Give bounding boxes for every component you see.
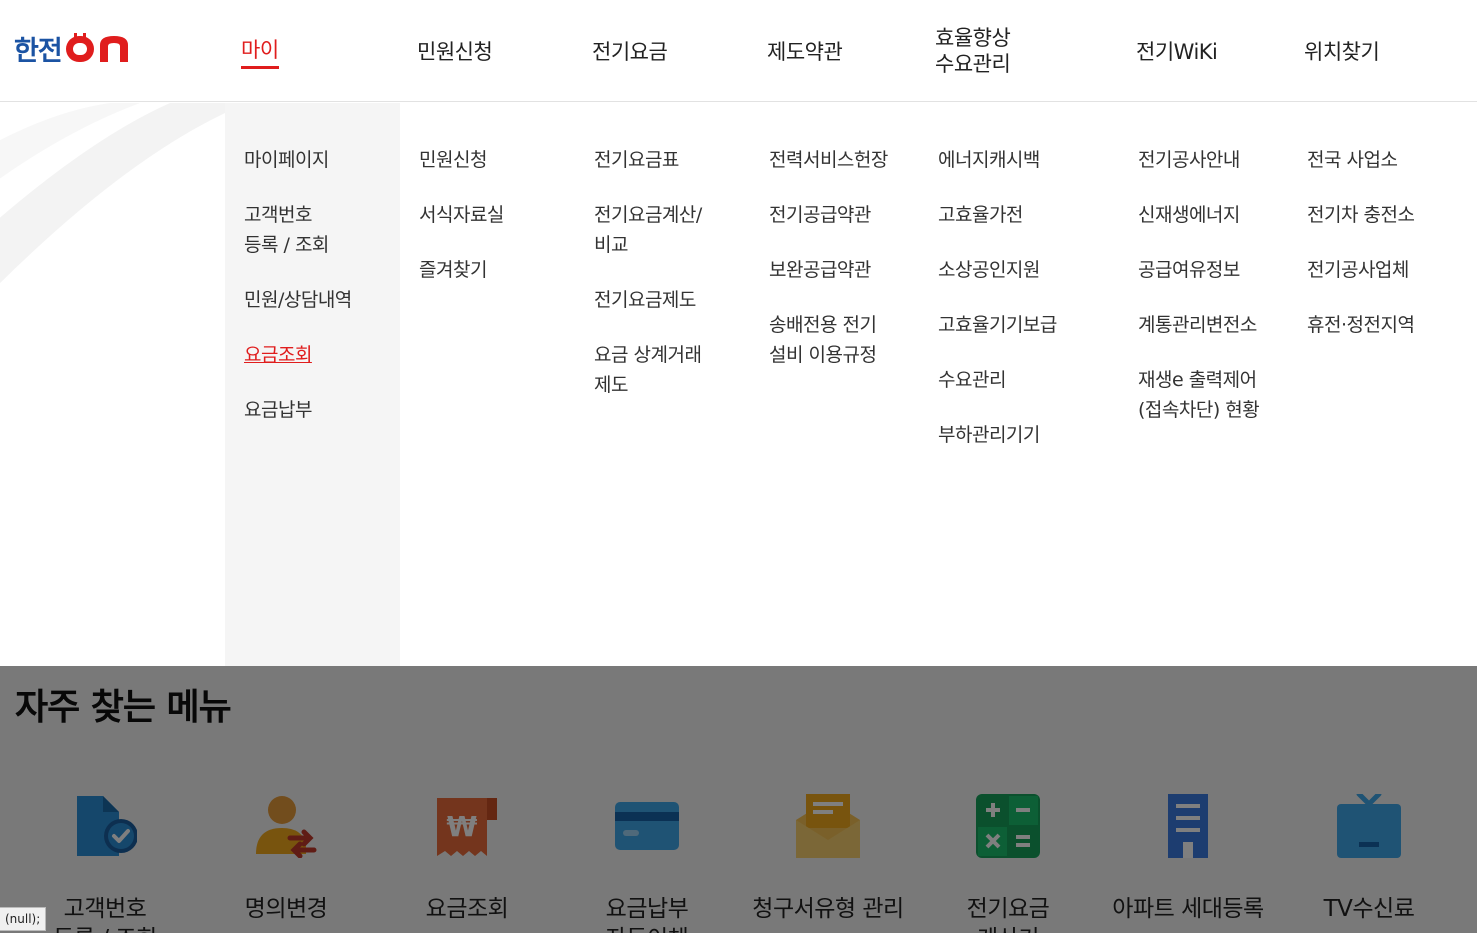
submenu-item-energy-cashback[interactable]: 에너지캐시백 <box>938 145 1057 175</box>
gnb-location[interactable]: 위치찾기 <box>1304 0 1380 102</box>
global-header: 한전 마이 민원신청 전기요금 제도약관 효율향상 수요관리 전기WiKi 위치… <box>0 0 1477 102</box>
gnb-label: 마이 <box>241 34 279 69</box>
submenu-item-offices[interactable]: 전국 사업소 <box>1307 145 1414 175</box>
quick-menu-label: 요금조회 <box>425 896 509 922</box>
submenu-item-bill-inquiry[interactable]: 요금조회 <box>244 340 352 370</box>
gnb-electric-bill[interactable]: 전기요금 <box>592 0 668 102</box>
submenu-item-rate-table[interactable]: 전기요금표 <box>594 145 702 175</box>
frequent-menu-title: 자주 찾는 메뉴 <box>15 687 232 728</box>
svg-text:₩: ₩ <box>447 810 478 843</box>
submenu-item-bill-calc[interactable]: 전기요금계산/ 비교 <box>594 200 702 260</box>
gnb-label: 민원신청 <box>417 40 493 64</box>
quick-menu-label: 요금납부 자동이체 <box>605 896 689 933</box>
logo-text: 한전 <box>14 35 63 67</box>
submenu-item-rate-system[interactable]: 전기요금제도 <box>594 285 702 315</box>
submenu-item-efficient-device[interactable]: 고효율기기보급 <box>938 310 1057 340</box>
quick-menu-label: 청구서유형 관리 <box>752 896 904 922</box>
gnb-label: 전기WiKi <box>1136 40 1218 64</box>
quick-menu-label: 아파트 세대등록 <box>1112 896 1264 922</box>
submenu-item-outage-area[interactable]: 휴전·정전지역 <box>1307 310 1415 340</box>
mega-menu-dropdown: 마이페이지 고객번호 등록 / 조회 민원/상담내역 요금조회 요금납부 민원신… <box>0 103 1477 666</box>
submenu-item-contractors[interactable]: 전기공사업체 <box>1307 255 1414 285</box>
submenu-col-location: 전국 사업소 전기차 충전소 전기공사업체 휴전·정전지역 <box>1307 145 1415 365</box>
gnb-wiki[interactable]: 전기WiKi <box>1136 0 1218 102</box>
submenu-item-bill-payment[interactable]: 요금납부 <box>244 395 352 425</box>
submenu-col-bill: 전기요금표 전기요금계산/ 비교 전기요금제도 요금 상계거래 제도 <box>594 145 702 425</box>
gnb-label: 제도약관 <box>767 40 843 64</box>
submenu-item-substation[interactable]: 계통관리변전소 <box>1138 310 1259 340</box>
credit-card-icon <box>615 802 679 850</box>
kepco-on-logo[interactable]: 한전 <box>14 31 132 67</box>
submenu-item-form-library[interactable]: 서식자료실 <box>419 200 504 230</box>
submenu-item-output-control[interactable]: 재생e 출력제어 (접속차단) 현황 <box>1138 365 1260 425</box>
submenu-col-complaint: 민원신청 서식자료실 즐겨찾기 <box>419 145 504 310</box>
submenu-item-small-business[interactable]: 소상공인지원 <box>938 255 1057 285</box>
submenu-item-favorites[interactable]: 즐겨찾기 <box>419 255 504 285</box>
submenu-item-supply-terms[interactable]: 전기공급약관 <box>769 200 888 230</box>
submenu-item-customer-number[interactable]: 고객번호 등록 / 조회 <box>244 200 352 260</box>
gnb-efficiency[interactable]: 효율향상 수요관리 <box>935 0 1011 102</box>
quick-menu-label: 명의변경 <box>244 896 328 922</box>
apartment-building-icon <box>1168 794 1208 858</box>
calculator-icon <box>976 794 1040 858</box>
gnb-complaint[interactable]: 민원신청 <box>417 0 493 102</box>
submenu-item-supply-capacity[interactable]: 공급여유정보 <box>1138 255 1259 285</box>
person-transfer-icon <box>256 796 317 858</box>
submenu-col-wiki: 전기공사안내 신재생에너지 공급여유정보 계통관리변전소 재생e 출력제어 (접… <box>1138 145 1260 450</box>
submenu-item-complaint-history[interactable]: 민원/상담내역 <box>244 285 352 315</box>
quick-menu-label: 전기요금 계산기 <box>966 896 1050 933</box>
submenu-item-renewable[interactable]: 신재생에너지 <box>1138 200 1259 230</box>
submenu-item-load-mgmt[interactable]: 부하관리기기 <box>938 420 1057 450</box>
submenu-item-supplementary-terms[interactable]: 보완공급약관 <box>769 255 888 285</box>
submenu-item-mypage[interactable]: 마이페이지 <box>244 145 352 175</box>
submenu-col-terms: 전력서비스헌장 전기공급약관 보완공급약관 송배전용 전기 설비 이용규정 <box>769 145 888 395</box>
mail-envelope-icon <box>796 794 860 858</box>
television-icon <box>1337 794 1401 858</box>
gnb-terms[interactable]: 제도약관 <box>767 0 843 102</box>
decorative-swoosh <box>0 103 225 284</box>
gnb-my[interactable]: 마이 <box>241 0 279 102</box>
submenu-item-demand-mgmt[interactable]: 수요관리 <box>938 365 1057 395</box>
browser-status-text: (null); <box>0 907 47 931</box>
frequent-menu-section: 자주 찾는 메뉴 고객번호 등록 / 조회 명의변경 ₩ 요금조회 <box>0 666 1477 933</box>
logo-on-mark-icon <box>65 33 128 62</box>
submenu-col-my: 마이페이지 고객번호 등록 / 조회 민원/상담내역 요금조회 요금납부 <box>244 145 352 450</box>
submenu-item-efficient-appliance[interactable]: 고효율가전 <box>938 200 1057 230</box>
submenu-col-efficiency: 에너지캐시백 고효율가전 소상공인지원 고효율기기보급 수요관리 부하관리기기 <box>938 145 1057 475</box>
submenu-item-complaint-apply[interactable]: 민원신청 <box>419 145 504 175</box>
quick-menu-label: TV수신료 <box>1323 896 1415 922</box>
submenu-item-ev-charger[interactable]: 전기차 충전소 <box>1307 200 1415 230</box>
submenu-item-net-metering[interactable]: 요금 상계거래 제도 <box>594 340 702 400</box>
document-check-icon <box>77 796 137 856</box>
gnb-label: 위치찾기 <box>1304 40 1380 64</box>
won-receipt-icon: ₩ <box>437 798 497 856</box>
submenu-item-service-charter[interactable]: 전력서비스헌장 <box>769 145 888 175</box>
gnb-label: 효율향상 수요관리 <box>935 26 1011 76</box>
submenu-item-construction-guide[interactable]: 전기공사안내 <box>1138 145 1259 175</box>
submenu-item-transmission-rules[interactable]: 송배전용 전기 설비 이용규정 <box>769 310 888 370</box>
gnb-label: 전기요금 <box>592 40 668 64</box>
